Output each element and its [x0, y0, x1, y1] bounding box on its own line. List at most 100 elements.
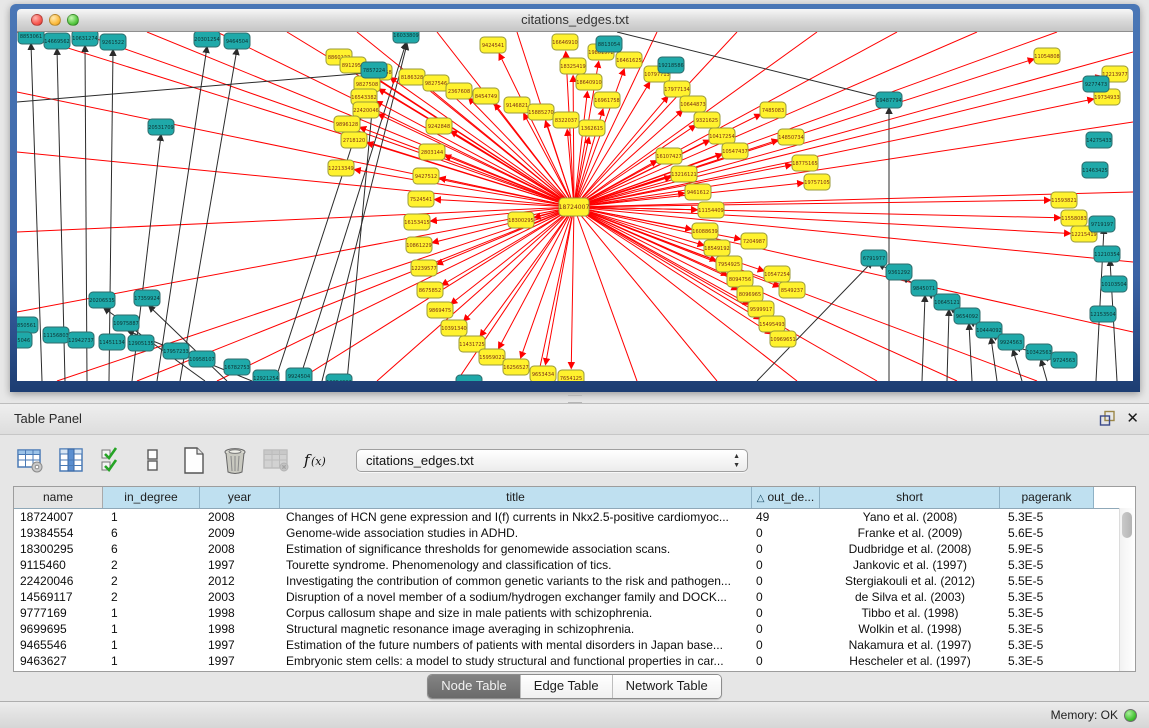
graph-node[interactable]: 14850734	[778, 129, 804, 145]
column-header-in-degree[interactable]: in_degree	[103, 487, 200, 508]
column-header-pagerank[interactable]: pagerank	[1000, 487, 1094, 508]
graph-node[interactable]: 17359924	[134, 290, 160, 306]
graph-node[interactable]: 10444092	[976, 322, 1002, 338]
scrollbar-thumb[interactable]	[1122, 512, 1132, 538]
graph-node[interactable]: 16153415	[404, 214, 430, 230]
graph-node[interactable]: 8454749	[473, 88, 499, 104]
graph-node[interactable]: 16646910	[552, 34, 578, 50]
graph-node[interactable]: 12153504	[1090, 306, 1116, 322]
graph-node[interactable]: 8096965	[737, 286, 763, 302]
graph-node[interactable]: 16461625	[616, 52, 642, 68]
table-row[interactable]: 946362711997Embryonic stem cells: a mode…	[14, 653, 1135, 669]
graph-node[interactable]: 9924504	[286, 368, 312, 381]
graph-node[interactable]: 10631274	[72, 32, 98, 46]
table-row[interactable]: 1938455462009Genome-wide association stu…	[14, 525, 1135, 541]
table-row[interactable]: 977716911998Corpus callosum shape and si…	[14, 605, 1135, 621]
column-header-year[interactable]: year	[200, 487, 280, 508]
table-vertical-scrollbar[interactable]	[1119, 508, 1135, 671]
graph-node[interactable]: 9245042	[456, 375, 482, 381]
window-titlebar[interactable]: citations_edges.txt	[17, 9, 1133, 32]
graph-node[interactable]: 19487794	[876, 92, 902, 108]
graph-node[interactable]: 9424541	[480, 37, 506, 53]
column-header-title[interactable]: title	[280, 487, 752, 508]
graph-node[interactable]: 16961758	[594, 92, 620, 108]
graph-node[interactable]: 9724563	[1051, 352, 1077, 368]
row-height-icon[interactable]	[139, 446, 167, 474]
table-row[interactable]: 2242004622012Investigating the contribut…	[14, 573, 1135, 589]
graph-node[interactable]: 12213349	[328, 160, 354, 176]
graph-node[interactable]: 18325419	[560, 58, 586, 74]
delete-column-icon[interactable]	[221, 446, 249, 474]
column-header-out-degree[interactable]: △out_de...	[752, 487, 820, 508]
graph-node[interactable]: 9653434	[530, 366, 556, 381]
graph-node[interactable]: 14669562	[44, 33, 70, 49]
show-column-icon[interactable]	[57, 446, 85, 474]
graph-node[interactable]: 16256527	[503, 359, 529, 375]
table-row[interactable]: 1830029562008Estimation of significance …	[14, 541, 1135, 557]
graph-node[interactable]: 20531709	[148, 119, 174, 135]
graph-node[interactable]: 11451134	[99, 334, 125, 350]
graph-node[interactable]: 11210354	[1094, 246, 1120, 262]
graph-node[interactable]: 18300295	[508, 212, 534, 228]
graph-node[interactable]: 17977134	[664, 81, 690, 97]
graph-node[interactable]: 10391340	[441, 320, 467, 336]
graph-node[interactable]: 9869475	[427, 302, 453, 318]
table-row[interactable]: 911546021997Tourette syndrome. Phenomeno…	[14, 557, 1135, 573]
graph-node[interactable]: 20301254	[194, 32, 220, 47]
graph-node[interactable]: 14275433	[1086, 132, 1112, 148]
graph-node[interactable]: 1362615	[579, 120, 605, 136]
graph-node[interactable]: 7857224	[361, 62, 387, 78]
graph-node[interactable]: 19218586	[658, 57, 684, 73]
graph-node[interactable]: 18724007	[559, 198, 590, 216]
graph-node[interactable]: 10103504	[1101, 276, 1127, 292]
graph-node[interactable]: 8915046	[17, 332, 32, 348]
graph-node[interactable]: 8094756	[727, 271, 753, 287]
tab-node-table[interactable]: Node Table	[428, 675, 521, 698]
graph-node[interactable]: 10975887	[113, 315, 139, 331]
graph-node[interactable]: 11463425	[1082, 162, 1108, 178]
graph-node[interactable]: 9827546	[423, 75, 449, 91]
graph-node[interactable]: 9242848	[426, 118, 452, 134]
graph-node[interactable]: 8850561	[17, 317, 38, 333]
graph-node[interactable]: 2367608	[446, 83, 472, 99]
table-row[interactable]: 946554611997Estimation of the future num…	[14, 637, 1135, 653]
graph-node[interactable]: 19757105	[804, 174, 830, 190]
graph-node[interactable]: 18775165	[792, 155, 818, 171]
graph-node[interactable]: 8853061	[18, 32, 44, 44]
graph-node[interactable]: 16033809	[393, 32, 419, 43]
network-canvas[interactable]: 8860123891295518226058982750816543382224…	[17, 32, 1133, 381]
graph-node[interactable]: 2803144	[419, 144, 445, 160]
graph-node[interactable]: 8549237	[779, 282, 805, 298]
graph-node[interactable]: 9461612	[685, 184, 711, 200]
graph-node[interactable]: 7954925	[716, 256, 742, 272]
create-column-icon[interactable]	[180, 446, 208, 474]
graph-node[interactable]: 12239577	[411, 260, 437, 276]
graph-node[interactable]: 10547254	[764, 266, 790, 282]
graph-node[interactable]: 8322037	[553, 112, 579, 128]
column-header-name[interactable]: name	[14, 487, 103, 508]
delete-table-icon[interactable]	[262, 446, 290, 474]
graph-node[interactable]: 9146821	[504, 97, 530, 113]
graph-node[interactable]: 15885270	[528, 104, 554, 120]
graph-node[interactable]: 9654092	[954, 308, 980, 324]
graph-node[interactable]: 16088639	[692, 223, 718, 239]
table-row[interactable]: 1872400712008Changes of HCN gene express…	[14, 509, 1135, 525]
graph-node[interactable]: 9924563	[998, 334, 1024, 350]
graph-node[interactable]: 10644873	[680, 96, 706, 112]
graph-node[interactable]: 13216121	[671, 166, 697, 182]
graph-node[interactable]: 10969651	[770, 331, 796, 347]
graph-node[interactable]: 9277473	[1083, 76, 1109, 92]
graph-node[interactable]: 7485083	[760, 102, 786, 118]
graph-node[interactable]: 12921254	[253, 370, 279, 381]
graph-node[interactable]: 11156803	[43, 327, 69, 343]
graph-node[interactable]: 16782753	[224, 359, 250, 375]
table-mode-icon[interactable]	[16, 446, 44, 474]
graph-node[interactable]: 9599917	[748, 301, 774, 317]
table-row[interactable]: 1456911722003Disruption of a novel membe…	[14, 589, 1135, 605]
graph-node[interactable]: 17957233	[163, 343, 189, 359]
graph-node[interactable]: 9896128	[334, 116, 360, 132]
graph-node[interactable]: 9719197	[1089, 216, 1115, 232]
graph-node[interactable]: 7524541	[408, 191, 434, 207]
graph-node[interactable]: 8675852	[417, 282, 443, 298]
graph-node[interactable]: 16107427	[656, 148, 682, 164]
